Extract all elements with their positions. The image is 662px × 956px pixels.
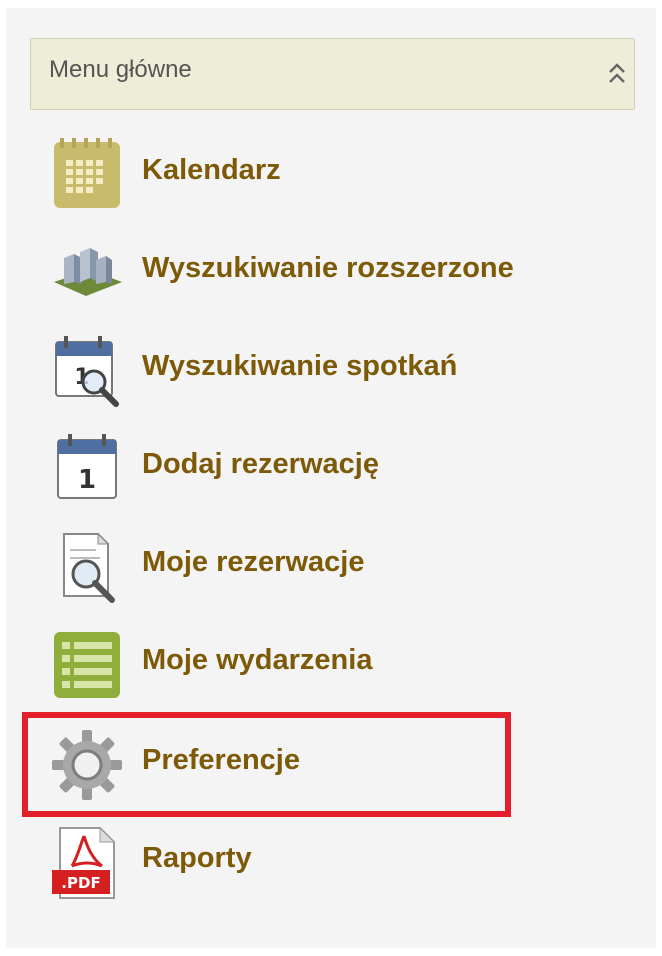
menu-item-label[interactable]: Moje rezerwacje — [142, 546, 364, 579]
menu-item-label[interactable]: Dodaj rezerwację — [142, 448, 379, 481]
menu-item-wyszukiwanie-rozszerzone[interactable]: Wyszukiwanie rozszerzone — [34, 228, 594, 314]
calendar-grid-icon — [54, 138, 120, 208]
menu-title: Menu główne — [49, 56, 192, 83]
buildings-icon — [54, 248, 122, 296]
double-chevron-up-icon[interactable] — [606, 57, 628, 91]
pdf-icon: .PDF — [52, 826, 116, 899]
menu-header[interactable]: Menu główne — [30, 38, 635, 110]
menu-item-moje-rezerwacje[interactable]: Moje rezerwacje — [34, 522, 594, 608]
menu-item-raporty[interactable]: .PDF Raporty — [34, 818, 594, 904]
list-icon — [54, 632, 120, 698]
menu-item-label[interactable]: Wyszukiwanie rozszerzone — [142, 252, 514, 285]
menu-item-kalendarz[interactable]: Kalendarz — [34, 130, 594, 216]
highlight-box — [22, 712, 511, 817]
svg-text:.PDF: .PDF — [61, 874, 100, 892]
calendar-search-icon: 1 — [55, 336, 119, 407]
menu-item-label[interactable]: Moje wydarzenia — [142, 644, 372, 677]
document-search-icon — [63, 532, 115, 603]
menu-item-wyszukiwanie-spotkan[interactable]: 1 Wyszukiwanie spotkań — [34, 326, 594, 412]
menu-item-label[interactable]: Wyszukiwanie spotkań — [142, 350, 457, 383]
svg-text:1: 1 — [78, 465, 96, 495]
menu-item-label[interactable]: Kalendarz — [142, 154, 281, 187]
menu-item-moje-wydarzenia[interactable]: Moje wydarzenia — [34, 620, 594, 706]
menu-item-label[interactable]: Raporty — [142, 842, 252, 875]
menu-item-dodaj-rezerwacje[interactable]: 1 Dodaj rezerwację — [34, 424, 594, 510]
calendar-day-icon: 1 — [57, 434, 117, 499]
